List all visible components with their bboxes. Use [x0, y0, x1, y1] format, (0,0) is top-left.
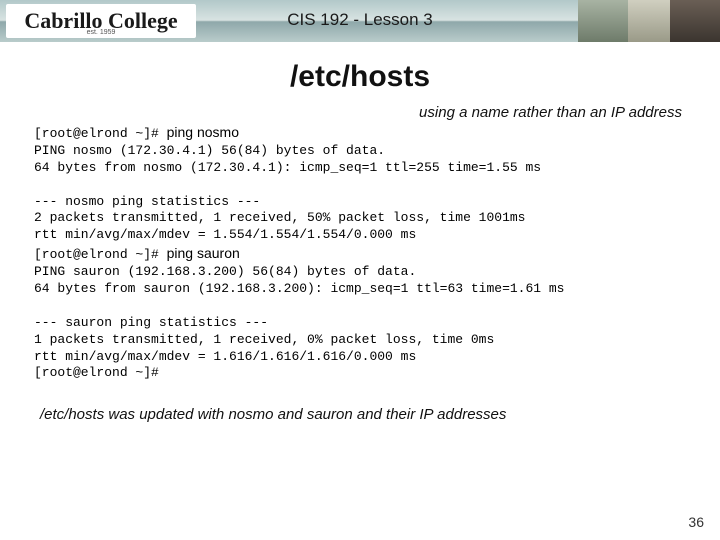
page-number: 36: [688, 514, 704, 530]
ping-command-2: ping sauron: [167, 245, 240, 261]
subtitle: using a name rather than an IP address: [0, 104, 720, 121]
ping-command-1: ping nosmo: [167, 124, 239, 140]
page-title: /etc/hosts: [0, 60, 720, 94]
ping-output-1: PING nosmo (172.30.4.1) 56(84) bytes of …: [34, 143, 541, 242]
logo-subtext: est. 1959: [87, 29, 116, 36]
terminal-output: [root@elrond ~]# ping nosmo PING nosmo (…: [0, 123, 720, 382]
footnote: /etc/hosts was updated with nosmo and sa…: [0, 406, 720, 423]
shell-prompt: [root@elrond ~]#: [34, 126, 167, 141]
ping-output-2: PING sauron (192.168.3.200) 56(84) bytes…: [34, 264, 565, 380]
shell-prompt: [root@elrond ~]#: [34, 247, 167, 262]
header-bar: Cabrillo College est. 1959 CIS 192 - Les…: [0, 0, 720, 42]
header-photo: [578, 0, 720, 42]
